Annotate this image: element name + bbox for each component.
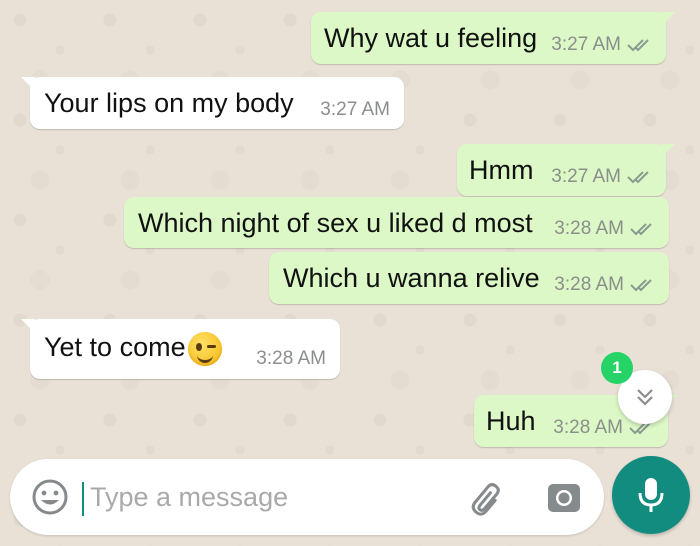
- message-bubble-incoming[interactable]: Yet to come 3:28 AM: [21, 319, 340, 379]
- voice-message-button[interactable]: [612, 456, 690, 534]
- double-chevron-down-icon: [637, 389, 653, 406]
- message-bubble-outgoing[interactable]: Which night of sex u liked d most 3:28 A…: [124, 197, 669, 248]
- message-meta: 3:28 AM: [554, 274, 655, 296]
- message-text: Which u wanna relive: [283, 263, 540, 293]
- camera-button[interactable]: [546, 479, 582, 515]
- message-time: 3:27 AM: [320, 99, 390, 120]
- message-text: Yet to come: [44, 332, 222, 366]
- message-text: Huh: [486, 406, 536, 436]
- emoji-icon: [32, 479, 68, 515]
- winking-face-icon: [187, 332, 222, 366]
- camera-icon: [548, 484, 580, 512]
- double-check-icon: [629, 221, 655, 237]
- message-meta: 3:28 AM: [554, 218, 655, 240]
- message-text: Your lips on my body: [44, 88, 294, 118]
- message-time: 3:27 AM: [551, 166, 621, 187]
- message-bubble-outgoing[interactable]: Hmm 3:27 AM: [457, 144, 675, 196]
- message-bubble-outgoing[interactable]: Which u wanna relive 3:28 AM: [269, 252, 669, 304]
- message-meta: 3:27 AM: [320, 99, 390, 121]
- emoji-button[interactable]: [30, 477, 70, 517]
- double-check-icon: [626, 37, 652, 53]
- message-time: 3:28 AM: [256, 348, 326, 369]
- paperclip-icon: [471, 483, 500, 516]
- message-time: 3:28 AM: [553, 417, 623, 438]
- message-text: Why wat u feeling: [324, 23, 538, 53]
- double-check-icon: [626, 169, 652, 185]
- message-meta: 3:28 AM: [256, 348, 326, 370]
- message-bubble-incoming[interactable]: Your lips on my body 3:27 AM: [21, 77, 404, 129]
- microphone-icon: [638, 478, 664, 512]
- message-meta: 3:27 AM: [551, 166, 652, 188]
- unread-count-badge: 1: [601, 352, 633, 384]
- message-text: Which night of sex u liked d most: [138, 207, 533, 238]
- message-meta: 3:27 AM: [551, 34, 652, 56]
- message-time: 3:28 AM: [554, 218, 624, 239]
- message-composer[interactable]: Type a message: [10, 459, 604, 535]
- message-input-placeholder[interactable]: Type a message: [90, 479, 288, 515]
- message-time: 3:27 AM: [551, 34, 621, 55]
- message-bubble-outgoing[interactable]: Why wat u feeling 3:27 AM: [311, 12, 675, 64]
- attach-button[interactable]: [468, 479, 508, 519]
- text-cursor: [82, 482, 84, 516]
- message-text: Hmm: [469, 155, 534, 185]
- message-time: 3:28 AM: [554, 274, 624, 295]
- message-text-content: Yet to come: [44, 332, 186, 363]
- double-check-icon: [629, 277, 655, 293]
